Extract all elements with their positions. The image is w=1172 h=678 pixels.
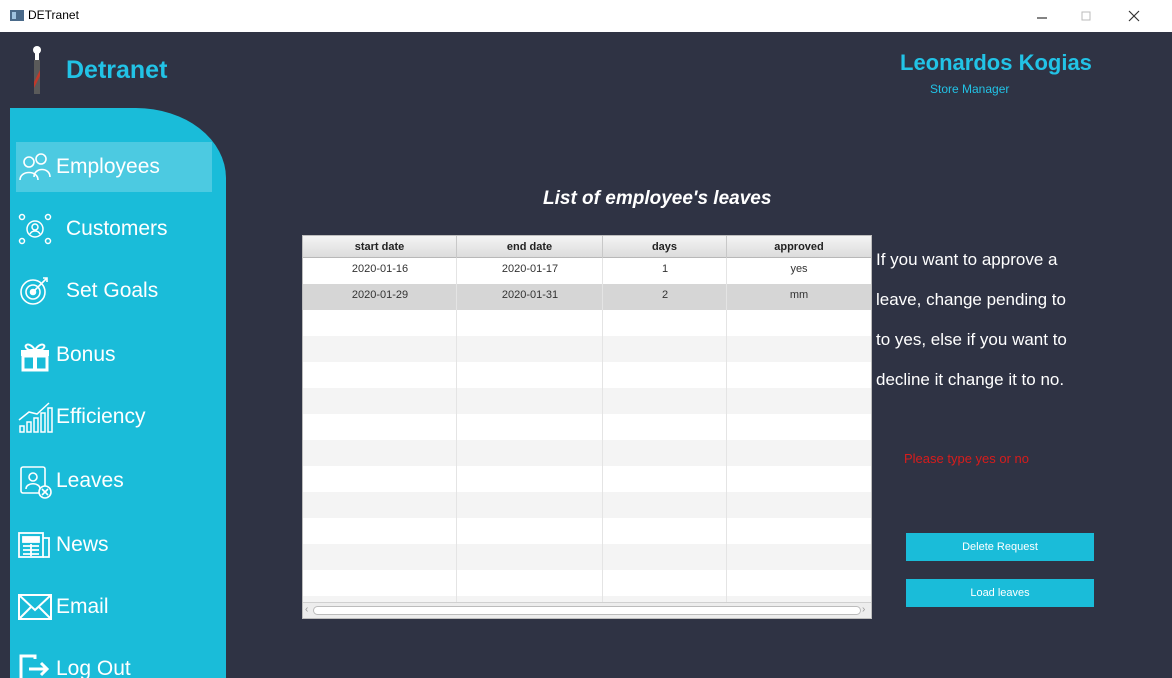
sidebar-item-label: Log Out <box>56 657 131 678</box>
instruction-line: decline it change it to no. <box>876 370 1065 389</box>
minimize-button[interactable] <box>1024 4 1060 28</box>
window-title: DETranet <box>28 8 79 22</box>
column-divider <box>456 258 457 602</box>
scroll-right-icon[interactable]: › <box>862 604 865 615</box>
table-row[interactable]: 2020-01-29 2020-01-31 2 mm <box>303 284 871 310</box>
cell-approved[interactable]: mm <box>727 284 871 310</box>
empty-table-row <box>303 388 871 414</box>
column-header-days[interactable]: days <box>603 236 727 258</box>
instruction-line: to yes, else if you want to <box>876 330 1067 349</box>
sidebar-item-set-goals[interactable]: Set Goals <box>16 266 212 316</box>
empty-table-row <box>303 440 871 466</box>
empty-table-row <box>303 570 871 596</box>
brand-name: Detranet <box>66 56 168 84</box>
window-titlebar: DETranet <box>0 0 1172 32</box>
validation-error: Please type yes or no <box>904 451 1030 466</box>
empty-table-row <box>303 544 871 570</box>
instructions-text: If you want to approve a leave, change p… <box>876 240 1166 400</box>
empty-table-row <box>303 414 871 440</box>
customers-icon <box>16 211 54 247</box>
column-divider <box>602 258 603 602</box>
target-icon <box>16 273 54 309</box>
sidebar-item-label: Set Goals <box>66 279 159 302</box>
cell-end-date[interactable]: 2020-01-17 <box>457 258 603 284</box>
cell-approved[interactable]: yes <box>727 258 871 284</box>
cell-end-date[interactable]: 2020-01-31 <box>457 284 603 310</box>
horizontal-scrollbar[interactable]: ‹ › <box>303 602 871 618</box>
maximize-icon <box>1081 11 1091 21</box>
sidebar-item-news[interactable]: News <box>16 520 212 570</box>
load-leaves-button[interactable]: Load leaves <box>906 579 1094 607</box>
column-header-start-date[interactable]: start date <box>303 236 457 258</box>
sidebar-item-label: Leaves <box>56 469 124 492</box>
sidebar-item-label: Efficiency <box>56 405 146 428</box>
sidebar-item-label: News <box>56 533 109 556</box>
close-button[interactable] <box>1116 4 1152 28</box>
table-body: 2020-01-16 2020-01-17 1 yes 2020-01-29 2… <box>303 258 871 602</box>
minimize-icon <box>1037 17 1047 19</box>
instruction-line: leave, change pending to <box>876 290 1066 309</box>
sidebar-item-efficiency[interactable]: Efficiency <box>16 392 212 442</box>
sidebar-item-label: Bonus <box>56 343 116 366</box>
sidebar-item-label: Customers <box>66 217 168 240</box>
gift-icon <box>16 337 54 373</box>
sidebar-item-label: Employees <box>56 155 160 178</box>
maximize-button[interactable] <box>1068 4 1104 28</box>
empty-table-row <box>303 518 871 544</box>
sidebar-item-label: Email <box>56 595 109 618</box>
scrollbar-thumb[interactable] <box>313 606 861 615</box>
page-title: List of employee's leaves <box>543 188 772 209</box>
sidebar-item-logout[interactable]: Log Out <box>16 644 212 678</box>
brand-logo-icon <box>33 46 41 94</box>
empty-table-row <box>303 466 871 492</box>
sidebar-item-leaves[interactable]: Leaves <box>16 456 212 506</box>
cell-start-date[interactable]: 2020-01-16 <box>303 258 457 284</box>
user-name: Leonardos Kogias <box>900 50 1092 75</box>
table-header: start date end date days approved <box>303 236 871 258</box>
leaves-icon <box>16 463 54 499</box>
column-header-end-date[interactable]: end date <box>457 236 603 258</box>
empty-table-row <box>303 362 871 388</box>
employees-icon <box>16 149 54 185</box>
efficiency-chart-icon <box>16 399 54 435</box>
column-header-approved[interactable]: approved <box>727 236 871 258</box>
cell-start-date[interactable]: 2020-01-29 <box>303 284 457 310</box>
sidebar-item-employees[interactable]: Employees <box>16 142 212 192</box>
sidebar-item-customers[interactable]: Customers <box>16 204 212 254</box>
leaves-table: start date end date days approved 2020-0… <box>302 235 872 619</box>
empty-table-row <box>303 492 871 518</box>
app-icon <box>10 10 24 21</box>
column-divider <box>726 258 727 602</box>
table-row[interactable]: 2020-01-16 2020-01-17 1 yes <box>303 258 871 284</box>
app-window: Detranet Leonardos Kogias Store Manager … <box>0 32 1172 678</box>
news-icon <box>16 527 54 563</box>
cell-days[interactable]: 1 <box>603 258 727 284</box>
delete-request-button[interactable]: Delete Request <box>906 533 1094 561</box>
empty-table-row <box>303 310 871 336</box>
cell-days[interactable]: 2 <box>603 284 727 310</box>
scroll-left-icon[interactable]: ‹ <box>305 604 308 615</box>
user-role: Store Manager <box>930 82 1010 96</box>
sidebar: Employees Customers Set Goals Bonus Effi… <box>10 108 226 678</box>
close-icon <box>1128 10 1140 22</box>
instruction-line: If you want to approve a <box>876 250 1058 269</box>
sidebar-item-email[interactable]: Email <box>16 582 212 632</box>
empty-table-row <box>303 336 871 362</box>
logout-icon <box>16 651 54 678</box>
email-icon <box>16 589 54 625</box>
sidebar-item-bonus[interactable]: Bonus <box>16 330 212 380</box>
